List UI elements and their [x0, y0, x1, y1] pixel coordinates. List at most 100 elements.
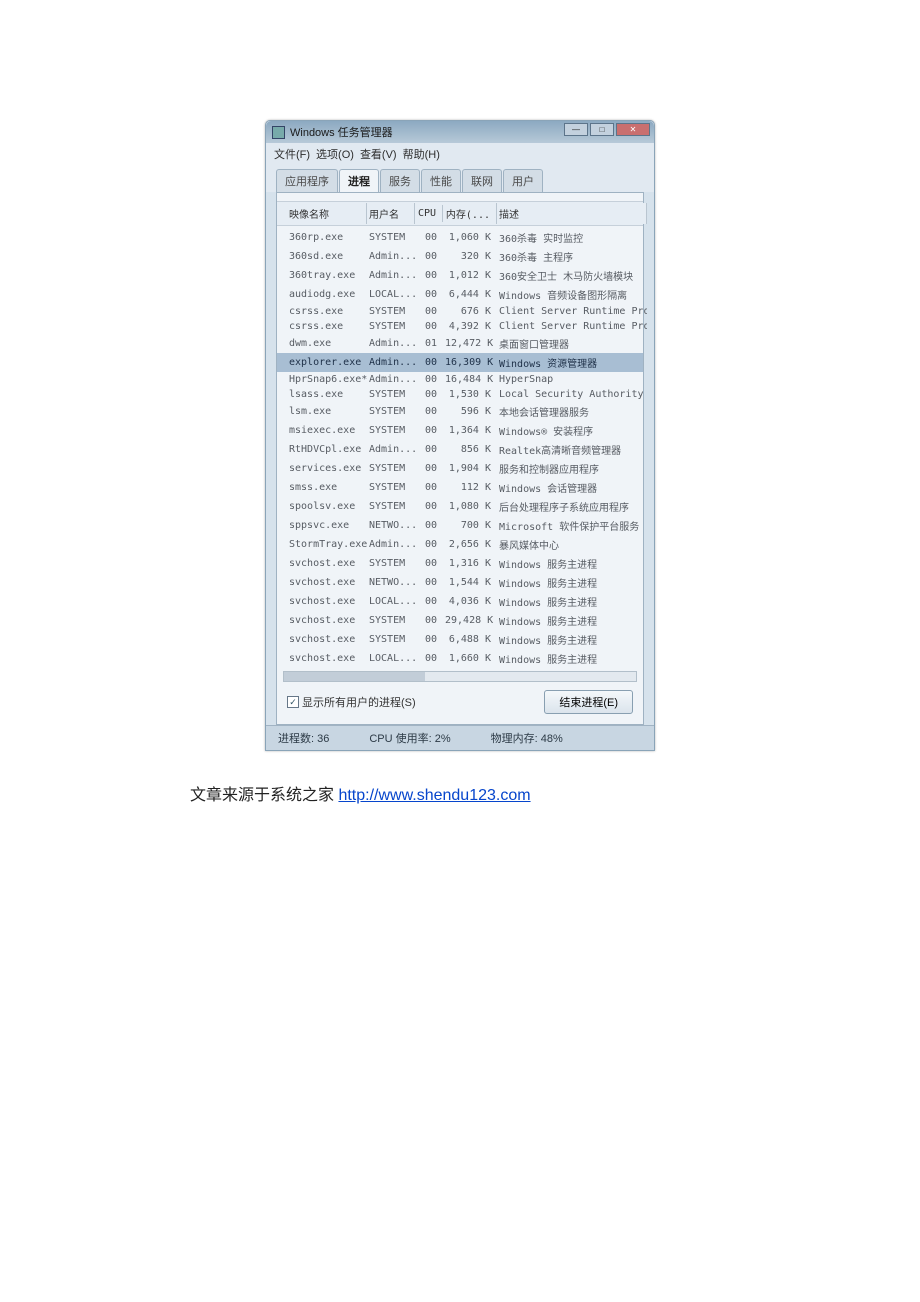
cell-image-name: 360rp.exe: [287, 231, 367, 244]
table-row[interactable]: svchost.exeSYSTEM001,316 KWindows 服务主进程: [277, 554, 643, 573]
close-button[interactable]: ✕: [616, 123, 650, 136]
cell-user-name: Admin...: [367, 373, 415, 386]
table-header-row[interactable]: 映像名称 用户名 CPU 内存(... 描述: [277, 201, 643, 226]
table-row[interactable]: 360sd.exeAdmin...00320 K360杀毒 主程序: [277, 247, 643, 266]
table-row[interactable]: spoolsv.exeSYSTEM001,080 K后台处理程序子系统应用程序: [277, 497, 643, 516]
maximize-button[interactable]: □: [590, 123, 614, 136]
cell-memory: 856 K: [443, 443, 497, 456]
cell-cpu: 00: [415, 595, 443, 608]
cell-cpu: 00: [415, 320, 443, 333]
cell-description: Windows 服务主进程: [497, 555, 647, 572]
cell-memory: 1,060 K: [443, 231, 497, 244]
table-row[interactable]: RtHDVCpl.exeAdmin...00856 KRealtek高清晰音频管…: [277, 440, 643, 459]
cell-user-name: Admin...: [367, 250, 415, 263]
window-title: Windows 任务管理器: [290, 124, 393, 140]
table-row[interactable]: svchost.exeLOCAL...001,660 KWindows 服务主进…: [277, 649, 643, 668]
cell-memory: 2,656 K: [443, 538, 497, 551]
tab-services[interactable]: 服务: [380, 169, 420, 192]
cell-memory: 6,444 K: [443, 288, 497, 301]
table-row[interactable]: HprSnap6.exe*32Admin...0016,484 KHyperSn…: [277, 372, 643, 387]
table-row[interactable]: svchost.exeNETWO...001,544 KWindows 服务主进…: [277, 573, 643, 592]
table-row[interactable]: lsm.exeSYSTEM00596 K本地会话管理器服务: [277, 402, 643, 421]
table-row[interactable]: 360rp.exeSYSTEM001,060 K360杀毒 实时监控: [277, 228, 643, 247]
cell-image-name: HprSnap6.exe*32: [287, 373, 367, 386]
cell-description: Client Server Runtime Process: [497, 320, 647, 333]
cell-description: Windows® 安装程序: [497, 422, 647, 439]
cell-description: Local Security Authority Pro...: [497, 388, 647, 401]
cell-image-name: msiexec.exe: [287, 424, 367, 437]
end-process-button[interactable]: 结束进程(E): [544, 690, 633, 714]
cell-memory: 1,660 K: [443, 652, 497, 665]
cell-user-name: SYSTEM: [367, 481, 415, 494]
cell-memory: 596 K: [443, 405, 497, 418]
cell-user-name: Admin...: [367, 337, 415, 350]
tab-performance[interactable]: 性能: [421, 169, 461, 192]
menu-help[interactable]: 帮助(H): [403, 146, 440, 160]
cell-cpu: 00: [415, 373, 443, 386]
processes-pane: 映像名称 用户名 CPU 内存(... 描述 360rp.exeSYSTEM00…: [276, 192, 644, 725]
cell-memory: 1,904 K: [443, 462, 497, 475]
tab-processes[interactable]: 进程: [339, 169, 379, 192]
cell-user-name: SYSTEM: [367, 462, 415, 475]
cell-cpu: 01: [415, 337, 443, 350]
table-row[interactable]: lsass.exeSYSTEM001,530 KLocal Security A…: [277, 387, 643, 402]
menu-view[interactable]: 查看(V): [360, 146, 397, 160]
cell-user-name: Admin...: [367, 443, 415, 456]
table-row[interactable]: sppsvc.exeNETWO...00700 KMicrosoft 软件保护平…: [277, 516, 643, 535]
col-image-name[interactable]: 映像名称: [287, 203, 367, 224]
cell-description: Windows 资源管理器: [497, 354, 647, 371]
titlebar[interactable]: Windows 任务管理器 — □ ✕: [266, 121, 654, 143]
cell-user-name: SYSTEM: [367, 633, 415, 646]
cell-image-name: lsm.exe: [287, 405, 367, 418]
table-row[interactable]: svchost.exeSYSTEM0029,428 KWindows 服务主进程: [277, 611, 643, 630]
source-caption: 文章来源于系统之家 http://www.shendu123.com: [190, 781, 920, 805]
cell-cpu: 00: [415, 576, 443, 589]
cell-memory: 1,544 K: [443, 576, 497, 589]
tab-users[interactable]: 用户: [503, 169, 543, 192]
cell-image-name: audiodg.exe: [287, 288, 367, 301]
table-row[interactable]: audiodg.exeLOCAL...006,444 KWindows 音频设备…: [277, 285, 643, 304]
status-cpu-usage: CPU 使用率: 2%: [369, 730, 450, 746]
cell-description: 后台处理程序子系统应用程序: [497, 498, 647, 515]
cell-user-name: LOCAL...: [367, 595, 415, 608]
cell-cpu: 00: [415, 538, 443, 551]
statusbar: 进程数: 36 CPU 使用率: 2% 物理内存: 48%: [266, 725, 654, 750]
scroll-thumb[interactable]: [284, 672, 425, 681]
tab-networking[interactable]: 联网: [462, 169, 502, 192]
show-all-users-checkbox[interactable]: ✓ 显示所有用户的进程(S): [287, 694, 416, 710]
minimize-button[interactable]: —: [564, 123, 588, 136]
source-link[interactable]: http://www.shendu123.com: [338, 787, 530, 804]
table-row[interactable]: svchost.exeLOCAL...004,036 KWindows 服务主进…: [277, 592, 643, 611]
table-row[interactable]: services.exeSYSTEM001,904 K服务和控制器应用程序: [277, 459, 643, 478]
table-row[interactable]: explorer.exeAdmin...0016,309 KWindows 资源…: [277, 353, 643, 372]
cell-memory: 29,428 K: [443, 614, 497, 627]
table-row[interactable]: svchost.exeSYSTEM006,488 KWindows 服务主进程: [277, 630, 643, 649]
cell-memory: 1,012 K: [443, 269, 497, 282]
menubar: 文件(F) 选项(O) 查看(V) 帮助(H): [266, 143, 654, 163]
table-row[interactable]: smss.exeSYSTEM00112 KWindows 会话管理器: [277, 478, 643, 497]
cell-user-name: SYSTEM: [367, 231, 415, 244]
table-row[interactable]: dwm.exeAdmin...0112,472 K桌面窗口管理器: [277, 334, 643, 353]
cell-image-name: 360tray.exe: [287, 269, 367, 282]
col-description[interactable]: 描述: [497, 203, 647, 224]
col-memory[interactable]: 内存(...: [443, 203, 497, 224]
show-all-users-label: 显示所有用户的进程(S): [302, 694, 416, 710]
cell-image-name: svchost.exe: [287, 633, 367, 646]
cell-memory: 1,364 K: [443, 424, 497, 437]
tab-applications[interactable]: 应用程序: [276, 169, 338, 192]
table-row[interactable]: 360tray.exeAdmin...001,012 K360安全卫士 木马防火…: [277, 266, 643, 285]
menu-file[interactable]: 文件(F): [274, 146, 310, 160]
table-row[interactable]: msiexec.exeSYSTEM001,364 KWindows® 安装程序: [277, 421, 643, 440]
table-row[interactable]: csrss.exeSYSTEM00676 KClient Server Runt…: [277, 304, 643, 319]
cell-cpu: 00: [415, 288, 443, 301]
menu-options[interactable]: 选项(O): [316, 146, 354, 160]
cell-description: Windows 服务主进程: [497, 593, 647, 610]
col-user-name[interactable]: 用户名: [367, 203, 415, 224]
table-row[interactable]: csrss.exeSYSTEM004,392 KClient Server Ru…: [277, 319, 643, 334]
horizontal-scrollbar[interactable]: [283, 671, 637, 682]
col-cpu[interactable]: CPU: [415, 205, 443, 222]
table-row[interactable]: StormTray.exeAdmin...002,656 K暴风媒体中心: [277, 535, 643, 554]
status-memory-usage: 物理内存: 48%: [491, 730, 563, 746]
cell-description: Client Server Runtime Process: [497, 305, 647, 318]
cell-cpu: 00: [415, 633, 443, 646]
